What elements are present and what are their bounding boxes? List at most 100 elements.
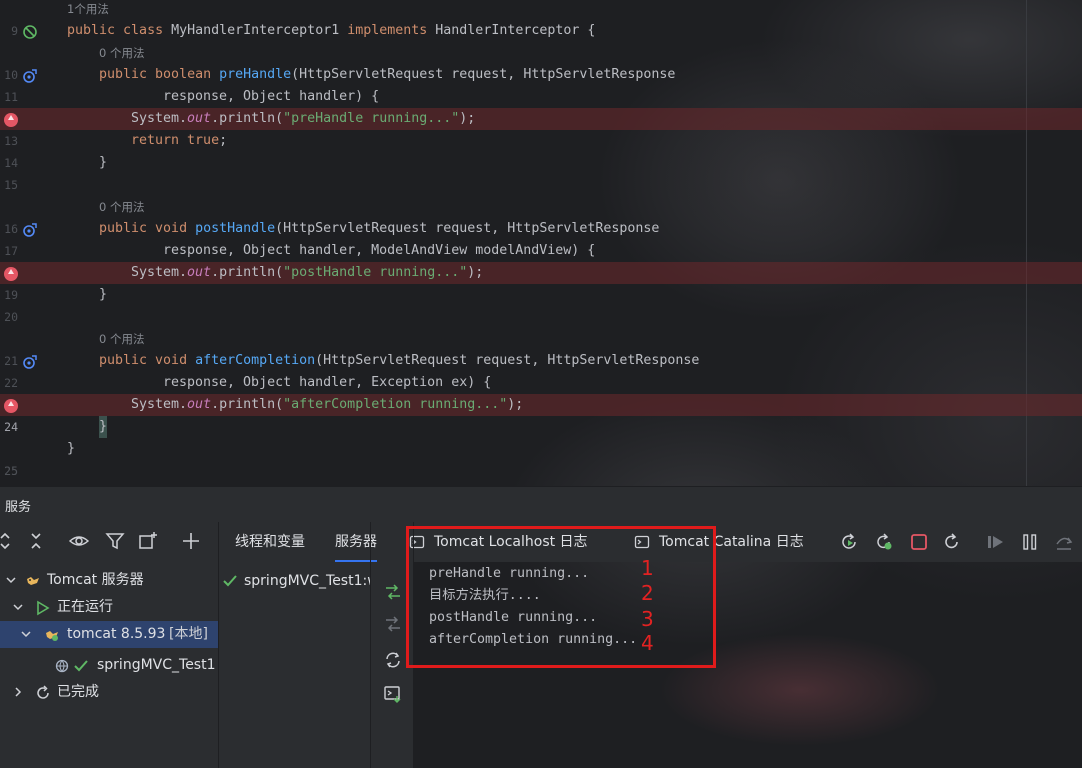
code-text: response, Object handler) { <box>163 89 380 104</box>
code-text: response, Object handler, ModelAndView m… <box>163 243 596 258</box>
code-text: public class MyHandlerInterceptor1 imple… <box>67 23 596 38</box>
code-text: } <box>67 441 76 456</box>
code-text: public void postHandle(HttpServletReques… <box>99 221 660 236</box>
code-text: public boolean preHandle(HttpServletRequ… <box>99 67 676 82</box>
line-number: 21 <box>4 354 18 368</box>
code-text: System.out.println("postHandle running..… <box>131 265 484 280</box>
tree-item-running[interactable]: 正在运行 <box>0 594 218 621</box>
services-tree: Tomcat 服务器 正在运行 tomcat 8.5.93 [本地] sprin… <box>0 562 218 768</box>
panel-divider[interactable] <box>370 522 371 768</box>
annotation-number: 4 <box>641 631 654 655</box>
breakpoint-icon[interactable] <box>3 398 18 413</box>
chevron-down-icon[interactable] <box>12 594 24 621</box>
stop-icon[interactable] <box>909 532 929 552</box>
code-line-17: 17 response, Object handler, ModelAndVie… <box>0 240 1082 262</box>
tree-item-label: Tomcat 服务器 <box>47 572 144 588</box>
implements-method-icon[interactable] <box>22 354 37 369</box>
code-line-18: 18 System.out.println("postHandle runnin… <box>0 262 1082 284</box>
code-line-24: 24 } <box>0 416 1082 438</box>
tree-item-server[interactable]: tomcat 8.5.93 [本地] <box>0 621 218 648</box>
line-number: 19 <box>4 288 18 302</box>
line-number: 16 <box>4 222 18 236</box>
update-app-icon[interactable] <box>874 532 894 552</box>
code-text: System.out.println("preHandle running...… <box>131 111 476 126</box>
redeploy-icon[interactable] <box>383 650 403 670</box>
restart-icon[interactable] <box>942 532 962 552</box>
pause-icon[interactable] <box>1020 532 1040 552</box>
code-line-21: 21 public void afterCompletion(HttpServl… <box>0 350 1082 372</box>
filter-icon[interactable] <box>104 530 126 552</box>
deployment-label: springMVC_Test1:war exploded <box>244 573 371 589</box>
usage-hint[interactable]: 0 个用法 <box>99 42 144 64</box>
code-line-9: 9 public class MyHandlerInterceptor1 imp… <box>0 20 1082 42</box>
tree-item-artifact[interactable]: springMVC_Test1 <box>0 652 218 679</box>
checkmark-icon <box>73 658 89 674</box>
deploy-all-icon[interactable] <box>383 582 403 602</box>
undeploy-icon[interactable] <box>383 614 403 634</box>
tab-threads-variables[interactable]: 线程和变量 <box>235 522 305 562</box>
refresh-icon <box>35 685 51 701</box>
panel-title: 服务 <box>5 500 32 515</box>
code-line-14: 14 } <box>0 152 1082 174</box>
breakpoint-icon[interactable] <box>3 112 18 127</box>
line-number: 9 <box>11 24 18 38</box>
code-line-20: 20 <box>0 306 1082 328</box>
line-number: 13 <box>4 134 18 148</box>
tomcat-icon <box>25 573 41 589</box>
code-line-23: 23 System.out.println("afterCompletion r… <box>0 394 1082 416</box>
line-number: 20 <box>4 310 18 324</box>
code-editor[interactable]: 1个用法 9 public class MyHandlerInterceptor… <box>0 0 1082 486</box>
tomcat-icon <box>44 627 60 643</box>
collapse-all-icon[interactable] <box>25 530 47 552</box>
rerun-icon[interactable] <box>839 532 859 552</box>
code-line-19: 19 } <box>0 284 1082 306</box>
code-line-12: 12 System.out.println("preHandle running… <box>0 108 1082 130</box>
code-text: return true; <box>131 133 228 148</box>
line-number: 22 <box>4 376 18 390</box>
usage-hint[interactable]: 0 个用法 <box>99 196 144 218</box>
step-over-icon[interactable] <box>1054 532 1074 552</box>
web-artifact-icon <box>55 658 71 674</box>
line-number: 14 <box>4 156 18 170</box>
code-text: public void afterCompletion(HttpServletR… <box>99 353 700 368</box>
checkmark-icon <box>222 573 238 589</box>
usage-hint[interactable]: 1个用法 <box>67 0 109 20</box>
chevron-right-icon[interactable] <box>12 679 24 706</box>
breakpoint-icon[interactable] <box>3 266 18 281</box>
code-line-10: 10 public boolean preHandle(HttpServletR… <box>0 64 1082 86</box>
chevron-down-icon[interactable] <box>5 567 17 594</box>
tree-item-label: 正在运行 <box>57 599 113 615</box>
highlight-box <box>406 526 716 668</box>
implements-method-icon[interactable] <box>22 68 37 83</box>
services-panel-header: 服务 <box>0 486 1082 523</box>
resume-icon[interactable] <box>986 532 1006 552</box>
deployment-item[interactable]: springMVC_Test1:war exploded <box>219 568 371 595</box>
run-icon <box>35 600 51 616</box>
new-group-icon[interactable] <box>137 530 159 552</box>
add-service-icon[interactable] <box>180 530 202 552</box>
usage-hint[interactable]: 0 个用法 <box>99 328 144 350</box>
code-line-11: 11 response, Object handler) { <box>0 86 1082 108</box>
tree-item-tomcat-server[interactable]: Tomcat 服务器 <box>0 567 218 594</box>
tree-item-label: springMVC_Test1 <box>97 657 216 673</box>
chevron-down-icon[interactable] <box>20 621 32 648</box>
implements-method-icon[interactable] <box>22 222 37 237</box>
annotation-number: 1 <box>641 556 654 580</box>
tree-item-finished[interactable]: 已完成 <box>0 679 218 706</box>
deployment-list: springMVC_Test1:war exploded <box>219 562 371 768</box>
line-number: 24 <box>4 420 18 434</box>
no-implementation-icon[interactable] <box>22 24 37 39</box>
code-text: response, Object handler, Exception ex) … <box>163 375 492 390</box>
code-line-25: 25 } <box>0 438 1082 478</box>
tree-item-tag: [本地] <box>169 626 208 642</box>
line-number: 11 <box>4 90 18 104</box>
annotation-number: 2 <box>641 581 654 605</box>
annotation-number: 3 <box>641 607 654 631</box>
code-line-22: 22 response, Object handler, Exception e… <box>0 372 1082 394</box>
open-log-icon[interactable] <box>383 684 403 704</box>
line-number: 17 <box>4 244 18 258</box>
eye-icon[interactable] <box>68 530 90 552</box>
expand-all-icon[interactable] <box>0 530 16 552</box>
code-line-16: 16 public void postHandle(HttpServletReq… <box>0 218 1082 240</box>
code-line-26: 25 <box>0 460 1082 482</box>
